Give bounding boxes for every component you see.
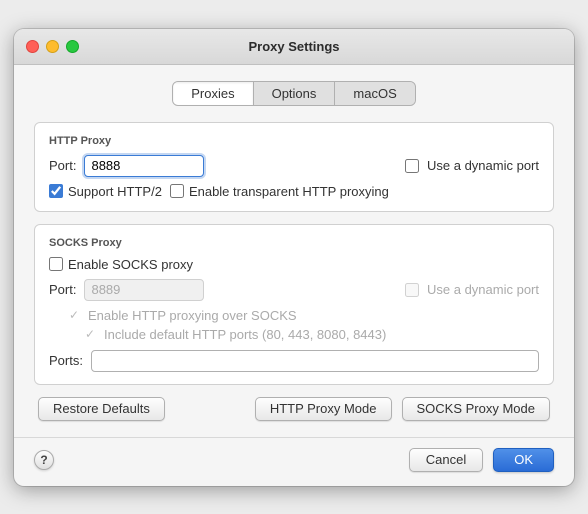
tab-macos[interactable]: macOS [335, 82, 414, 105]
transparent-label: Enable transparent HTTP proxying [189, 184, 389, 199]
default-ports-label: Include default HTTP ports (80, 443, 808… [104, 327, 386, 342]
http-over-socks-label: Enable HTTP proxying over SOCKS [88, 308, 297, 323]
http-port-label: Port: [49, 158, 76, 173]
socks-ports-row: Ports: [49, 350, 539, 372]
socks-enable-label: Enable SOCKS proxy [68, 257, 193, 272]
proxy-settings-window: Proxy Settings Proxies Options macOS HTT… [14, 29, 574, 486]
transparent-checkbox[interactable] [170, 184, 184, 198]
http-dynamic-port-checkbox[interactable] [405, 159, 419, 173]
help-button[interactable]: ? [34, 450, 54, 470]
http-proxy-label: HTTP Proxy [49, 135, 539, 147]
socks-sub-options: Enable HTTP proxying over SOCKS Include … [49, 308, 539, 342]
http-over-socks-row: Enable HTTP proxying over SOCKS [69, 308, 539, 323]
socks-port-label: Port: [49, 282, 76, 297]
maximize-button[interactable] [66, 40, 79, 53]
http-options-row: Support HTTP/2 Enable transparent HTTP p… [49, 184, 539, 199]
socks-proxy-section: SOCKS Proxy Enable SOCKS proxy Port: Use… [34, 224, 554, 385]
http-proxy-mode-button[interactable]: HTTP Proxy Mode [255, 397, 392, 421]
tab-options[interactable]: Options [254, 82, 336, 105]
footer: ? Cancel OK [14, 437, 574, 486]
socks-port-input[interactable] [84, 279, 204, 301]
socks-enable-row: Enable SOCKS proxy [49, 257, 539, 272]
footer-actions: Cancel OK [409, 448, 554, 472]
main-content: Proxies Options macOS HTTP Proxy Port: U… [14, 65, 574, 437]
support-http2-wrap: Support HTTP/2 [49, 184, 162, 199]
support-http2-checkbox[interactable] [49, 184, 63, 198]
socks-enable-checkbox[interactable] [49, 257, 63, 271]
socks-dynamic-port-label: Use a dynamic port [427, 282, 539, 297]
transparent-wrap: Enable transparent HTTP proxying [170, 184, 389, 199]
http-port-input[interactable] [84, 155, 204, 177]
socks-proxy-mode-button[interactable]: SOCKS Proxy Mode [402, 397, 551, 421]
socks-ports-input[interactable] [91, 350, 539, 372]
socks-port-row: Port: Use a dynamic port [49, 279, 539, 301]
cancel-button[interactable]: Cancel [409, 448, 483, 472]
socks-dynamic-port-checkbox[interactable] [405, 283, 419, 297]
action-buttons-row: Restore Defaults HTTP Proxy Mode SOCKS P… [34, 397, 554, 421]
tab-bar: Proxies Options macOS [34, 81, 554, 106]
window-title: Proxy Settings [248, 39, 339, 54]
http-proxy-section: HTTP Proxy Port: Use a dynamic port Supp… [34, 122, 554, 212]
ok-button[interactable]: OK [493, 448, 554, 472]
socks-ports-label: Ports: [49, 353, 83, 368]
http-dynamic-port-label: Use a dynamic port [427, 158, 539, 173]
restore-defaults-button[interactable]: Restore Defaults [38, 397, 165, 421]
titlebar: Proxy Settings [14, 29, 574, 65]
socks-proxy-label: SOCKS Proxy [49, 237, 539, 249]
tab-group: Proxies Options macOS [172, 81, 416, 106]
tab-proxies[interactable]: Proxies [173, 82, 253, 105]
traffic-lights [26, 40, 79, 53]
http-port-row: Port: Use a dynamic port [49, 155, 539, 177]
support-http2-label: Support HTTP/2 [68, 184, 162, 199]
minimize-button[interactable] [46, 40, 59, 53]
close-button[interactable] [26, 40, 39, 53]
socks-enable-wrap: Enable SOCKS proxy [49, 257, 193, 272]
default-ports-row: Include default HTTP ports (80, 443, 808… [69, 327, 539, 342]
